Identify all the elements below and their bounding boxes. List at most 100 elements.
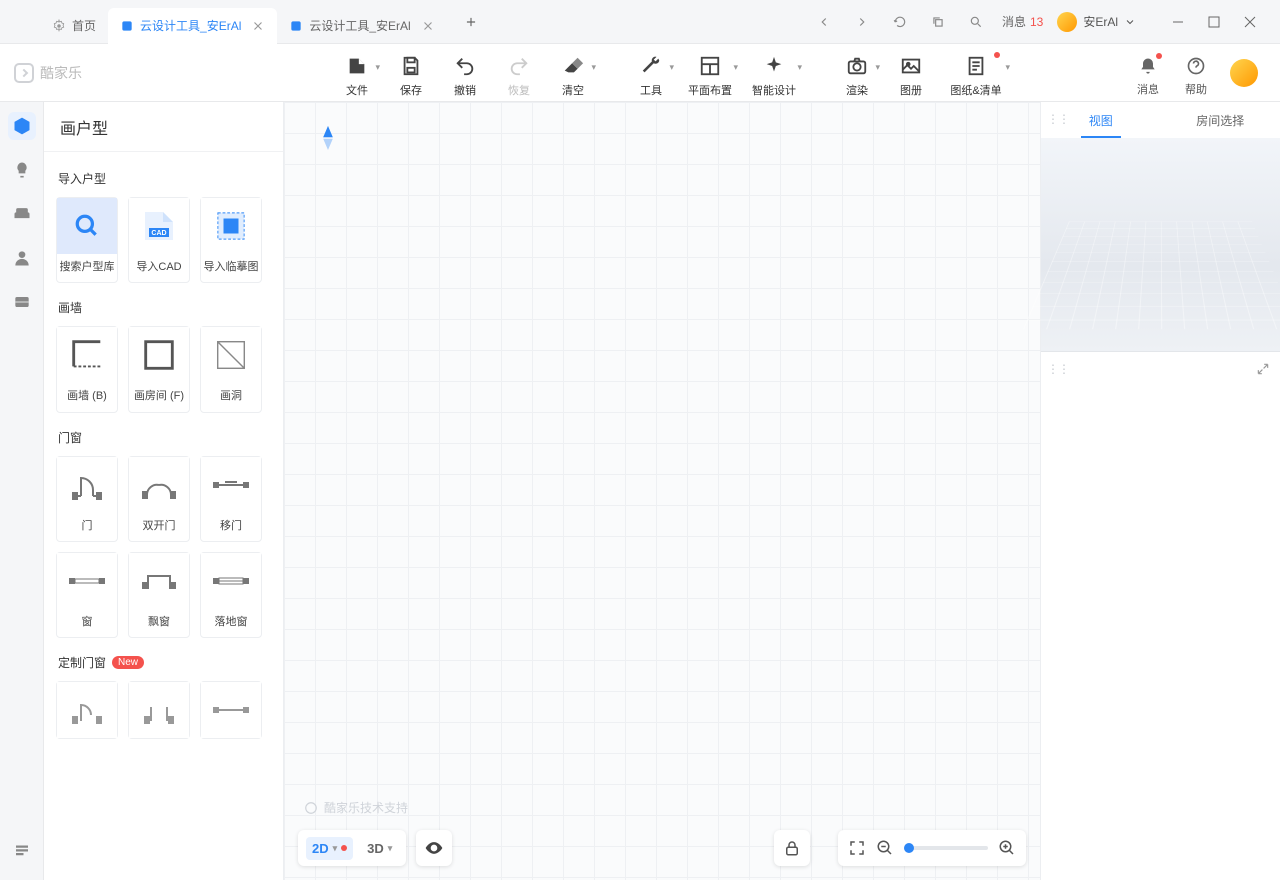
gear-icon: [52, 19, 66, 33]
sliding-icon: [211, 475, 251, 495]
card-bay-window[interactable]: 飘窗: [128, 552, 190, 638]
refresh-button[interactable]: [888, 10, 912, 34]
close-icon[interactable]: [421, 19, 435, 33]
zoom-out-icon[interactable]: [876, 839, 894, 857]
tool-render[interactable]: 渲染▾: [830, 48, 884, 98]
chevron-down-icon: ▾: [591, 62, 596, 73]
card-custom-3[interactable]: [200, 681, 262, 739]
card-door[interactable]: 门: [56, 456, 118, 542]
window-close[interactable]: [1232, 8, 1268, 36]
brand-icon: [14, 63, 34, 83]
cube-icon: [12, 116, 32, 136]
chevron-down-icon: ▾: [669, 62, 674, 73]
tab-design-1[interactable]: 云设计工具_安ErAl: [108, 8, 277, 44]
tool-undo[interactable]: 撤销: [438, 48, 492, 98]
close-icon[interactable]: [251, 19, 265, 33]
card-import-cad[interactable]: CAD导入CAD: [128, 197, 190, 283]
card-sliding[interactable]: 移门: [200, 456, 262, 542]
panel-body[interactable]: 导入户型 搜索户型库 CAD导入CAD 导入临摹图 画墙 画墙 (B) 画房间 …: [44, 152, 283, 880]
refresh-icon: [893, 15, 907, 29]
rail-person[interactable]: [8, 244, 36, 272]
avatar-icon: [1057, 12, 1077, 32]
search-button[interactable]: [964, 10, 988, 34]
tab-rooms[interactable]: 房间选择: [1161, 102, 1280, 138]
notification-dot: [994, 52, 1000, 58]
card-wall[interactable]: 画墙 (B): [56, 326, 118, 412]
right-properties: ⋮⋮: [1041, 352, 1280, 880]
window-controls: [1160, 8, 1268, 36]
save-icon: [400, 55, 422, 77]
tool-drawings[interactable]: 图纸&清单▾: [938, 48, 1014, 98]
tool-file[interactable]: 文件▾: [330, 48, 384, 98]
rail-lighting[interactable]: [8, 156, 36, 184]
card-window[interactable]: 窗: [56, 552, 118, 638]
tab-home[interactable]: 首页: [40, 8, 108, 44]
toolbar-avatar[interactable]: [1220, 49, 1268, 87]
expand-button[interactable]: [1256, 362, 1270, 376]
card-double-door[interactable]: 双开门: [128, 456, 190, 542]
card-import-trace[interactable]: 导入临摹图: [200, 197, 262, 283]
left-rail: [0, 102, 44, 880]
card-custom-2[interactable]: [128, 681, 190, 739]
window-maximize[interactable]: [1196, 8, 1232, 36]
nav-forward-button[interactable]: [850, 10, 874, 34]
grip-icon[interactable]: ⋮⋮: [1047, 112, 1069, 126]
main-toolbar: 酷家乐 文件▾ 保存 撤销 恢复 清空▾ 工具▾ 平面布置▾ 智能设计▾ 渲染▾…: [0, 44, 1280, 102]
add-tab-button[interactable]: [459, 10, 483, 34]
tool-album[interactable]: 图册: [884, 48, 938, 98]
lock-button[interactable]: [774, 830, 810, 866]
tool-clear[interactable]: 清空▾: [546, 48, 600, 98]
canvas-area[interactable]: 酷家乐技术支持 2D▾ 3D▾: [284, 102, 1040, 880]
person-icon: [12, 248, 32, 268]
tab-design-2[interactable]: 云设计工具_安ErAl: [277, 8, 446, 44]
tool-layout[interactable]: 平面布置▾: [678, 48, 742, 98]
chevron-down-icon: ▾: [375, 62, 380, 73]
right-3d-preview[interactable]: [1041, 138, 1280, 352]
view-3d-button[interactable]: 3D▾: [361, 837, 398, 860]
rail-furniture[interactable]: [8, 200, 36, 228]
card-search-library[interactable]: 搜索户型库: [56, 197, 118, 283]
toolbar-help[interactable]: 帮助: [1172, 49, 1220, 97]
left-panel: 画户型 导入户型 搜索户型库 CAD导入CAD 导入临摹图 画墙 画墙 (B) …: [44, 102, 284, 880]
chevron-down-icon: ▾: [797, 62, 802, 73]
card-custom-1[interactable]: [56, 681, 118, 739]
rail-storage[interactable]: [8, 288, 36, 316]
tool-save[interactable]: 保存: [384, 48, 438, 98]
compass-icon[interactable]: [320, 126, 336, 150]
chevron-down-icon: ▾: [388, 843, 393, 854]
toolbar-messages[interactable]: 消息: [1124, 49, 1172, 97]
card-opening[interactable]: 画洞: [200, 326, 262, 412]
rail-collapse[interactable]: [8, 836, 36, 864]
nav-back-button[interactable]: [812, 10, 836, 34]
opening-icon: [212, 336, 250, 374]
username: 安ErAl: [1083, 13, 1118, 30]
user-menu[interactable]: 安ErAl: [1057, 12, 1136, 32]
lock-icon: [783, 839, 801, 857]
view-2d-button[interactable]: 2D▾: [306, 837, 353, 860]
cad-icon: CAD: [139, 210, 179, 242]
fit-icon[interactable]: [848, 839, 866, 857]
tab-2-label: 云设计工具_安ErAl: [309, 17, 410, 34]
layout-icon: [699, 55, 721, 77]
copy-button[interactable]: [926, 10, 950, 34]
card-floor-window[interactable]: 落地窗: [200, 552, 262, 638]
document-icon: [965, 55, 987, 77]
eye-icon: [424, 838, 444, 858]
grip-icon[interactable]: ⋮⋮: [1047, 362, 1069, 376]
card-room[interactable]: 画房间 (F): [128, 326, 190, 412]
chevron-down-icon: ▾: [733, 62, 738, 73]
double-door-icon: [139, 470, 179, 500]
rail-floorplan[interactable]: [8, 112, 36, 140]
chevron-left-icon: [817, 15, 831, 29]
zoom-in-icon[interactable]: [998, 839, 1016, 857]
messages-label[interactable]: 消息: [1002, 13, 1026, 30]
visibility-button[interactable]: [416, 830, 452, 866]
tool-smart[interactable]: 智能设计▾: [742, 48, 806, 98]
window-minimize[interactable]: [1160, 8, 1196, 36]
zoom-slider[interactable]: [904, 846, 988, 850]
section-doors: 门窗: [58, 429, 269, 446]
chevron-down-icon: ▾: [1005, 62, 1010, 73]
zoom-controls: [838, 830, 1026, 866]
tool-tools[interactable]: 工具▾: [624, 48, 678, 98]
wall-icon: [68, 336, 106, 374]
